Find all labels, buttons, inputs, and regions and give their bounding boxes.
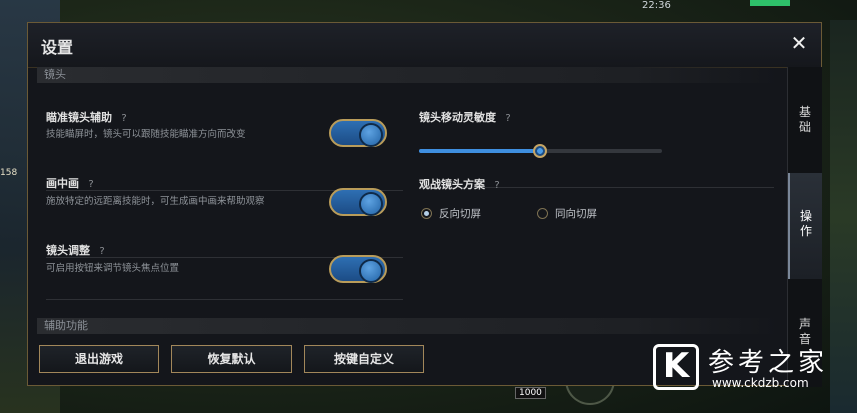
watermark-url: www.ckdzb.com xyxy=(712,376,809,390)
spectator-option-reverse[interactable]: 反向切屏 xyxy=(421,206,481,221)
toggle-knob xyxy=(359,123,383,147)
tab-label: 基础 xyxy=(798,105,811,134)
help-icon[interactable]: ? xyxy=(85,179,97,191)
aim-assist-label-text: 瞄准镜头辅助 xyxy=(46,111,112,124)
fps-indicator xyxy=(750,0,790,6)
camera-adjust-label-text: 镜头调整 xyxy=(46,244,90,257)
pip-desc: 施放特定的远距离技能时，可生成画中画来帮助观察 xyxy=(46,196,265,207)
sensitivity-label: 镜头移动灵敏度? xyxy=(419,109,514,125)
dialog-title: 设置 xyxy=(41,38,74,57)
help-icon[interactable]: ? xyxy=(118,113,130,125)
watermark-text: 参考之家 xyxy=(708,348,829,378)
gold-counter: 158 xyxy=(0,168,18,178)
slider-fill xyxy=(419,149,539,153)
toggle-knob xyxy=(359,259,383,283)
pip-label: 画中画? xyxy=(46,175,97,191)
radio-label: 反向切屏 xyxy=(439,208,481,220)
dialog-header: 设置 ✕ xyxy=(28,23,821,68)
spectator-label-text: 观战镜头方案 xyxy=(419,178,485,191)
game-clock: 22:36 xyxy=(642,0,671,11)
quit-game-button[interactable]: 退出游戏 xyxy=(39,345,159,373)
sensitivity-label-text: 镜头移动灵敏度 xyxy=(419,111,496,124)
aim-assist-label: 瞄准镜头辅助? xyxy=(46,109,130,125)
spectator-label: 观战镜头方案? xyxy=(419,176,503,192)
pip-label-text: 画中画 xyxy=(46,177,79,190)
radio-label: 同向切屏 xyxy=(555,208,597,220)
tab-basic[interactable]: 基础 xyxy=(788,101,822,145)
tab-label: 操作 xyxy=(799,209,812,238)
custom-keys-button[interactable]: 按键自定义 xyxy=(304,345,424,373)
radio-dot xyxy=(537,208,548,219)
pip-toggle[interactable] xyxy=(329,188,387,216)
watermark-logo: K xyxy=(653,344,699,390)
camera-adjust-toggle[interactable] xyxy=(329,255,387,283)
aim-assist-desc: 技能瞄屏时，镜头可以跟随技能瞄准方向而改变 xyxy=(46,129,246,140)
ward-counter: 1000 xyxy=(515,387,546,399)
help-icon[interactable]: ? xyxy=(491,180,503,192)
help-icon[interactable]: ? xyxy=(502,113,514,125)
camera-adjust-desc: 可启用按钮来调节镜头焦点位置 xyxy=(46,263,180,274)
aim-assist-toggle[interactable] xyxy=(329,119,387,147)
watermark: K 参考之家 www.ckdzb.com xyxy=(648,340,857,413)
side-tabs: 基础 操作 声音 xyxy=(787,67,822,387)
sensitivity-slider-thumb[interactable] xyxy=(533,144,547,158)
reset-default-button[interactable]: 恢复默认 xyxy=(171,345,292,373)
divider xyxy=(46,299,403,300)
settings-content[interactable]: 镜头 瞄准镜头辅助? 技能瞄屏时，镜头可以跟随技能瞄准方向而改变 镜头移动灵敏度… xyxy=(37,67,787,343)
radio-dot xyxy=(421,208,432,219)
section-header-assist: 辅助功能 xyxy=(37,318,779,334)
tab-controls[interactable]: 操作 xyxy=(788,173,822,279)
camera-adjust-label: 镜头调整? xyxy=(46,242,108,258)
settings-dialog: 设置 ✕ 镜头 瞄准镜头辅助? 技能瞄屏时，镜头可以跟随技能瞄准方向而改变 镜头… xyxy=(27,22,822,387)
toggle-knob xyxy=(359,192,383,216)
help-icon[interactable]: ? xyxy=(96,246,108,258)
spectator-option-same[interactable]: 同向切屏 xyxy=(537,206,597,221)
section-header-camera: 镜头 xyxy=(37,67,779,83)
close-icon[interactable]: ✕ xyxy=(789,33,809,53)
